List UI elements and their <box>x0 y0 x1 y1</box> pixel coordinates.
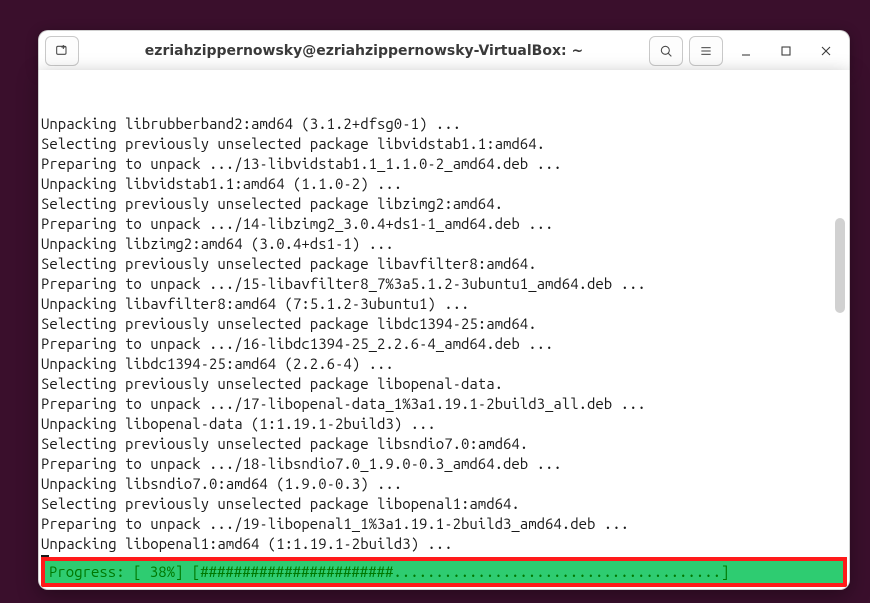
terminal-line: Selecting previously unselected package … <box>41 374 847 394</box>
maximize-icon <box>778 43 794 59</box>
window-title: ezriahzippernowsky@ezriahzippernowsky-Vi… <box>85 43 643 59</box>
terminal-line: Preparing to unpack .../19-libopenal1_1%… <box>41 514 847 534</box>
terminal-scrollbar[interactable] <box>835 74 845 553</box>
terminal-line: Preparing to unpack .../14-libzimg2_3.0.… <box>41 214 847 234</box>
new-tab-button[interactable] <box>45 36 79 66</box>
terminal-line: Unpacking libopenal-data (1:1.19.1-2buil… <box>41 414 847 434</box>
terminal-line: Selecting previously unselected package … <box>41 494 847 514</box>
minimize-icon <box>738 43 754 59</box>
search-icon <box>658 43 674 59</box>
hamburger-icon <box>698 43 714 59</box>
new-tab-icon <box>54 43 70 59</box>
terminal-line: Preparing to unpack .../18-libsndio7.0_1… <box>41 454 847 474</box>
terminal-line: Unpacking libzimg2:amd64 (3.0.4+ds1-1) .… <box>41 234 847 254</box>
terminal-line: Preparing to unpack .../16-libdc1394-25_… <box>41 334 847 354</box>
terminal-line: Selecting previously unselected package … <box>41 434 847 454</box>
search-button[interactable] <box>649 36 683 66</box>
maximize-button[interactable] <box>769 36 803 66</box>
terminal-viewport[interactable]: Unpacking librubberband2:amd64 (3.1.2+df… <box>39 70 849 589</box>
terminal-line: Selecting previously unselected package … <box>41 134 847 154</box>
terminal-line: Selecting previously unselected package … <box>41 314 847 334</box>
terminal-line: Unpacking libvidstab1.1:amd64 (1.1.0-2) … <box>41 174 847 194</box>
terminal-line: Selecting previously unselected package … <box>41 254 847 274</box>
minimize-button[interactable] <box>729 36 763 66</box>
hamburger-menu-button[interactable] <box>689 36 723 66</box>
terminal-line: Unpacking libavfilter8:amd64 (7:5.1.2-3u… <box>41 294 847 314</box>
close-icon <box>818 43 834 59</box>
terminal-line: Unpacking libopenal1:amd64 (1:1.19.1-2bu… <box>41 534 847 554</box>
terminal-line: Unpacking libsndio7.0:amd64 (1.9.0-0.3) … <box>41 474 847 494</box>
window-titlebar: ezriahzippernowsky@ezriahzippernowsky-Vi… <box>38 30 850 72</box>
terminal-output: Unpacking librubberband2:amd64 (3.1.2+df… <box>39 110 849 574</box>
apt-progress-bar: Progress: [ 38%] [######################… <box>41 557 847 587</box>
terminal-line: Unpacking libdc1394-25:amd64 (2.2.6-4) .… <box>41 354 847 374</box>
scrollbar-thumb[interactable] <box>835 218 845 314</box>
terminal-line: Unpacking librubberband2:amd64 (3.1.2+df… <box>41 114 847 134</box>
terminal-line: Selecting previously unselected package … <box>41 194 847 214</box>
terminal-window[interactable]: Unpacking librubberband2:amd64 (3.1.2+df… <box>38 70 850 590</box>
terminal-line: Preparing to unpack .../17-libopenal-dat… <box>41 394 847 414</box>
terminal-line: Preparing to unpack .../15-libavfilter8_… <box>41 274 847 294</box>
close-button[interactable] <box>809 36 843 66</box>
terminal-line: Preparing to unpack .../13-libvidstab1.1… <box>41 154 847 174</box>
